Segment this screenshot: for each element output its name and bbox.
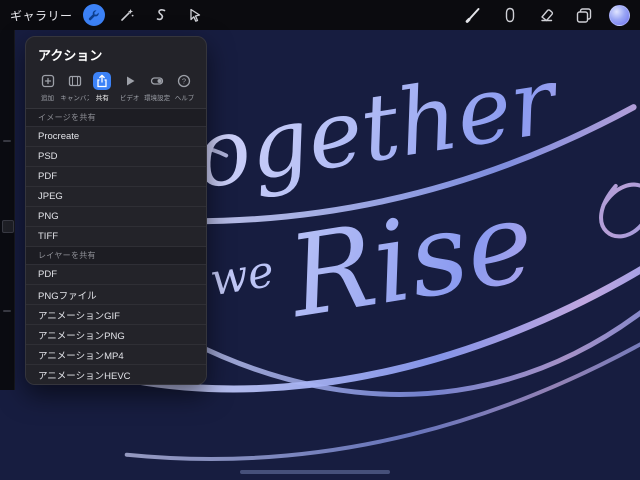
cursor-arrow-glyph: [189, 8, 200, 22]
tab-add-label: 追加: [41, 95, 54, 102]
layers-item-animated-hevc[interactable]: アニメーションHEVC: [26, 365, 206, 384]
section-header-share-image: イメージを共有: [26, 109, 206, 127]
share-icon: [93, 72, 112, 90]
actions-menu-tabs: 追加 キャンバス 共有 ビデオ: [26, 70, 206, 109]
flourish-loop-right: [599, 182, 640, 239]
tab-video[interactable]: ビデオ: [116, 72, 143, 102]
help-icon: ?: [175, 72, 193, 90]
share-item-png[interactable]: PNG: [26, 207, 206, 227]
selection-icon[interactable]: [149, 3, 173, 27]
smudge-icon[interactable]: [498, 3, 522, 27]
layers-glyph: [576, 8, 592, 23]
artwork-word-rise: Rise: [279, 177, 542, 344]
layers-item-png-files[interactable]: PNGファイル: [26, 285, 206, 305]
tab-help-label: ヘルプ: [174, 95, 195, 102]
tab-video-label: ビデオ: [119, 95, 140, 102]
sidebar-sliders[interactable]: [0, 30, 15, 390]
layers-item-animated-png[interactable]: アニメーションPNG: [26, 325, 206, 345]
actions-wrench-icon[interactable]: [82, 4, 105, 26]
share-item-procreate[interactable]: Procreate: [26, 127, 206, 147]
brush-size-slider-handle[interactable]: [3, 140, 11, 142]
share-item-pdf[interactable]: PDF: [26, 167, 206, 187]
brush-icon[interactable]: [461, 3, 485, 27]
home-indicator[interactable]: [240, 470, 390, 474]
modify-button[interactable]: [2, 220, 14, 233]
tab-preferences-label: 環境設定: [144, 95, 171, 102]
layers-item-pdf[interactable]: PDF: [26, 265, 206, 285]
tab-canvas[interactable]: キャンバス: [60, 72, 89, 102]
preferences-icon: [148, 72, 166, 90]
eraser-glyph: [541, 9, 554, 22]
tab-share-label: 共有: [95, 95, 109, 102]
gallery-button[interactable]: ギャラリー: [10, 7, 73, 24]
tab-preferences[interactable]: 環境設定: [144, 72, 171, 102]
eraser-icon[interactable]: [535, 3, 559, 27]
video-icon: [121, 72, 139, 90]
layers-icon[interactable]: [572, 3, 596, 27]
procreate-app: Together we Rise ギャラリー アクション 追加 キャンバ 共有 …: [0, 0, 640, 480]
adjustments-icon[interactable]: [115, 3, 139, 27]
finger-glyph: [505, 7, 515, 23]
selection-s-glyph: [156, 9, 165, 21]
section-header-share-layers: レイヤーを共有: [26, 247, 206, 265]
tab-canvas-label: キャンバス: [60, 95, 89, 102]
add-icon: [39, 72, 57, 90]
canvas-icon: [66, 72, 84, 90]
share-item-tiff[interactable]: TIFF: [26, 227, 206, 247]
svg-text:?: ?: [182, 77, 186, 86]
layers-item-animated-gif[interactable]: アニメーションGIF: [26, 305, 206, 325]
layers-item-animated-mp4[interactable]: アニメーションMP4: [26, 345, 206, 365]
artwork-word-we: we: [207, 246, 278, 306]
tab-add[interactable]: 追加: [34, 72, 61, 102]
share-item-psd[interactable]: PSD: [26, 147, 206, 167]
actions-menu: アクション 追加 キャンバス 共有: [25, 36, 207, 385]
magic-wand-glyph: [120, 9, 134, 21]
color-swatch[interactable]: [609, 4, 630, 26]
transform-icon[interactable]: [183, 3, 207, 27]
top-toolbar: ギャラリー: [0, 0, 640, 30]
tab-help[interactable]: ? ヘルプ: [171, 72, 198, 102]
tab-share[interactable]: 共有: [89, 72, 116, 102]
opacity-slider-handle[interactable]: [3, 310, 11, 312]
wrench-glyph: [88, 9, 99, 20]
share-item-jpeg[interactable]: JPEG: [26, 187, 206, 207]
actions-menu-title: アクション: [38, 48, 103, 63]
brush-glyph: [465, 8, 480, 23]
